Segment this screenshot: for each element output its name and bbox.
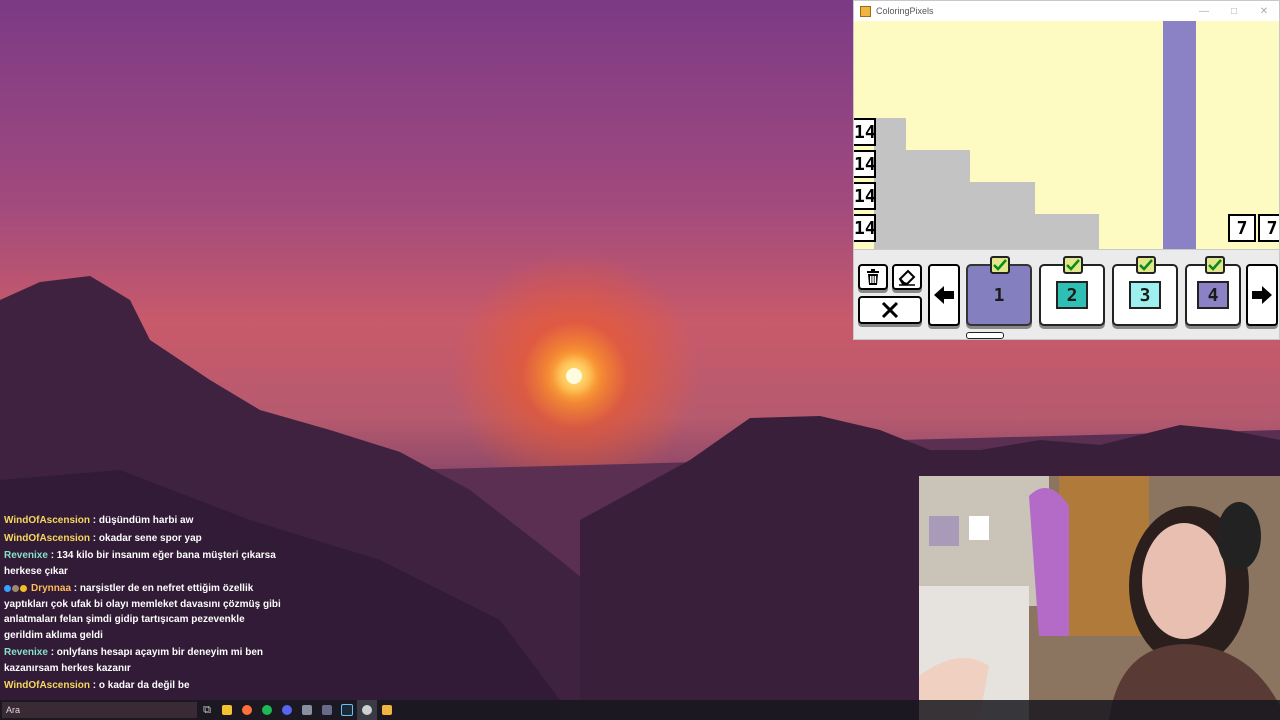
palette-number: 4 (1197, 281, 1229, 309)
maximize-button[interactable]: □ (1219, 6, 1249, 17)
unfilled-pixels[interactable] (1035, 214, 1099, 249)
row-clue: 14 (854, 182, 876, 210)
unfilled-pixels[interactable] (874, 118, 906, 249)
chat-message: WindOfAscension : o kadar da değil be (0, 677, 290, 695)
row-clue: 14 (854, 214, 876, 242)
check-icon (1205, 256, 1225, 274)
eraser-button[interactable] (892, 264, 922, 290)
obs-icon[interactable] (357, 700, 377, 720)
spotify-icon[interactable] (257, 700, 277, 720)
filled-pixel-column (1163, 21, 1196, 249)
chat-username: Drynnaa (31, 583, 72, 594)
taskbar: Ara ⧉ (0, 700, 1280, 720)
unfilled-pixels[interactable] (906, 150, 970, 249)
check-icon (1136, 256, 1156, 274)
palette-prev-button[interactable] (928, 264, 960, 326)
chat-message: WindOfAscension : okadar sene spor yap (0, 530, 290, 548)
chat-username: Revenixe (4, 647, 48, 658)
palette-color-1[interactable]: 1 (966, 256, 1032, 326)
arrow-right-icon (1252, 286, 1272, 304)
webcam-image (919, 476, 1280, 720)
chat-badges (4, 581, 28, 597)
app-icon[interactable] (297, 700, 317, 720)
palette-color-3[interactable]: 3 (1112, 256, 1178, 326)
clear-button[interactable] (858, 296, 922, 324)
chat-username: WindOfAscension (4, 515, 91, 526)
chat-username: Revenixe (4, 550, 48, 561)
app-icon (860, 5, 871, 17)
trash-icon (867, 269, 879, 285)
column-clue: 7 (1258, 214, 1279, 242)
palette-color-4[interactable]: 4 (1185, 256, 1241, 326)
check-icon (1063, 256, 1083, 274)
eraser-icon (898, 269, 916, 286)
taskbar-search[interactable]: Ara (2, 702, 197, 718)
webcam-feed (919, 476, 1280, 720)
unfilled-pixels[interactable] (970, 182, 1035, 249)
row-clue: 14 (854, 118, 876, 146)
steam-icon[interactable] (337, 700, 357, 720)
minimize-button[interactable]: — (1189, 6, 1219, 17)
palette-bar: 1 2 3 4 (854, 249, 1279, 339)
coloringpixels-window[interactable]: ColoringPixels — □ ✕ 14 14 14 14 7 7 1 2… (853, 0, 1280, 340)
chat-message: Revenixe : onlyfans hesapı açayım bir de… (0, 644, 290, 677)
palette-scrollbar[interactable] (966, 332, 1004, 339)
close-window-button[interactable]: ✕ (1249, 6, 1279, 17)
palette-color-2[interactable]: 2 (1039, 256, 1105, 326)
palette-next-button[interactable] (1246, 264, 1278, 326)
close-icon (881, 301, 899, 319)
file-explorer-icon[interactable] (217, 700, 237, 720)
shield-icon[interactable] (317, 700, 337, 720)
coloringpixels-taskbar-icon[interactable] (377, 700, 397, 720)
column-clue: 7 (1228, 214, 1256, 242)
titlebar[interactable]: ColoringPixels — □ ✕ (854, 1, 1279, 21)
chat-text: : düşündüm harbi aw (90, 515, 194, 526)
task-view-icon[interactable]: ⧉ (197, 700, 217, 720)
chat-text: : okadar sene spor yap (90, 532, 202, 544)
firefox-icon[interactable] (237, 700, 257, 720)
chat-message: WindOfAscension : düşündüm harbi aw (0, 512, 290, 530)
palette-number: 2 (1056, 281, 1088, 309)
search-text: Ara (6, 705, 21, 715)
chat-message: Drynnaa : narşistler de en nefret ettiği… (0, 580, 290, 644)
chat-text: : o kadar da değil be (90, 680, 190, 691)
discord-icon[interactable] (277, 700, 297, 720)
arrow-left-icon (934, 286, 954, 304)
palette-number: 1 (993, 284, 1005, 306)
chat-message: Revenixe : 134 kilo bir insanım eğer ban… (0, 547, 290, 580)
window-title: ColoringPixels (876, 6, 934, 16)
trash-button[interactable] (858, 264, 888, 290)
row-clue: 14 (854, 150, 876, 178)
chat-username: WindOfAscension (4, 680, 91, 691)
palette-number: 3 (1129, 281, 1161, 309)
pixel-canvas[interactable]: 14 14 14 14 7 7 (854, 21, 1279, 249)
chat-username: WindOfAscension (4, 532, 91, 544)
stream-chat: WindOfAscension : düşündüm harbi aw Wind… (0, 512, 290, 695)
check-icon (990, 256, 1010, 274)
